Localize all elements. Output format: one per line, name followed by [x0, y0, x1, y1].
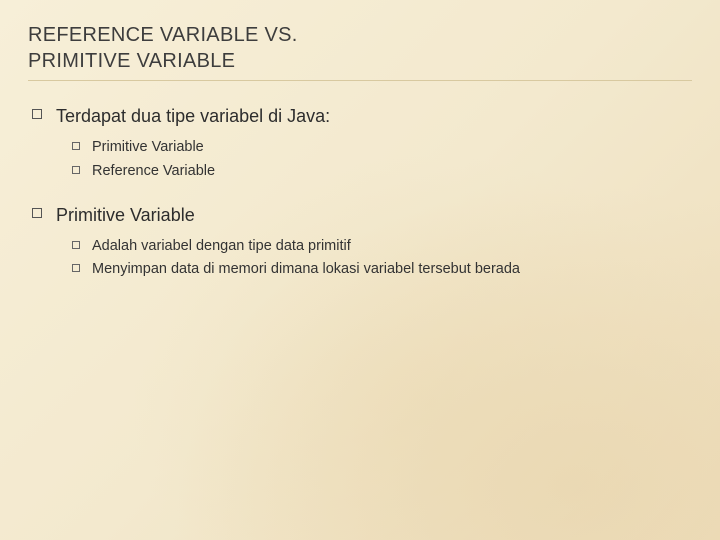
list-item: Adalah variabel dengan tipe data primiti…	[72, 237, 692, 257]
square-bullet-icon	[72, 166, 80, 174]
list-item: Reference Variable	[72, 162, 692, 182]
item-row: Menyimpan data di memori dimana lokasi v…	[72, 260, 692, 280]
square-bullet-icon	[32, 208, 42, 218]
square-bullet-icon	[72, 142, 80, 150]
slide-title: REFERENCE VARIABLE VS. PRIMITIVE VARIABL…	[28, 22, 692, 81]
sub-item-text: Adalah variabel dengan tipe data primiti…	[92, 237, 351, 257]
item-row: Reference Variable	[72, 162, 692, 182]
square-bullet-icon	[72, 264, 80, 272]
sub-item-text: Primitive Variable	[92, 138, 204, 158]
section-heading: Primitive Variable	[56, 204, 195, 227]
sub-list: Primitive Variable Reference Variable	[32, 138, 692, 181]
main-list: Terdapat dua tipe variabel di Java: Prim…	[28, 105, 692, 280]
title-line-1: REFERENCE VARIABLE VS.	[28, 24, 298, 46]
item-row: Adalah variabel dengan tipe data primiti…	[72, 237, 692, 257]
sub-item-text: Reference Variable	[92, 162, 215, 182]
slide-container: REFERENCE VARIABLE VS. PRIMITIVE VARIABL…	[0, 0, 720, 324]
item-row: Primitive Variable	[72, 138, 692, 158]
title-line-2: PRIMITIVE VARIABLE	[28, 50, 235, 72]
square-bullet-icon	[32, 109, 42, 119]
section-heading: Terdapat dua tipe variabel di Java:	[56, 105, 330, 128]
sub-list: Adalah variabel dengan tipe data primiti…	[32, 237, 692, 280]
item-row: Primitive Variable	[32, 204, 692, 227]
list-item: Primitive Variable	[72, 138, 692, 158]
square-bullet-icon	[72, 241, 80, 249]
list-item: Primitive Variable Adalah variabel denga…	[32, 204, 692, 281]
list-item: Terdapat dua tipe variabel di Java: Prim…	[32, 105, 692, 182]
list-item: Menyimpan data di memori dimana lokasi v…	[72, 260, 692, 280]
sub-item-text: Menyimpan data di memori dimana lokasi v…	[92, 260, 520, 280]
item-row: Terdapat dua tipe variabel di Java:	[32, 105, 692, 128]
